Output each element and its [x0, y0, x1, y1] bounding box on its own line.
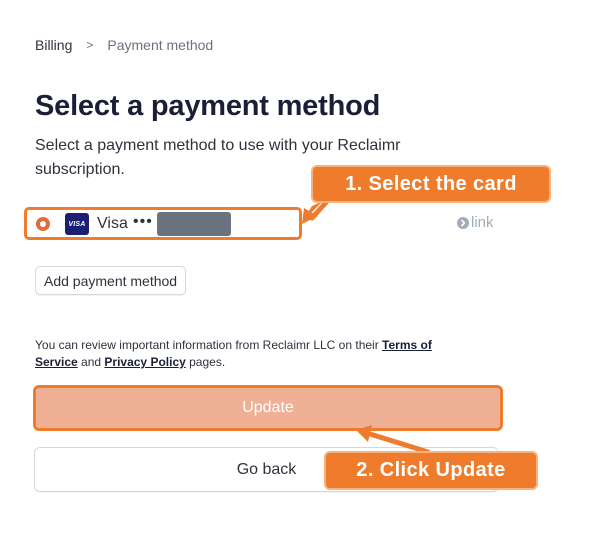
page-title: Select a payment method: [35, 90, 381, 122]
card-mask-dots: •••: [133, 213, 153, 230]
chevron-right-icon: [457, 216, 469, 229]
terms-prefix: You can review important information fro…: [35, 338, 383, 352]
chevron-right-icon: >: [86, 38, 94, 52]
card-number-redacted: [157, 212, 231, 236]
arrow-step1-head: [302, 208, 318, 224]
link-badge: link: [457, 214, 494, 231]
terms-suffix: pages.: [185, 355, 226, 369]
breadcrumb: Billing > Payment method: [35, 37, 213, 53]
radio-selected-icon[interactable]: [36, 217, 50, 231]
breadcrumb-current: Payment method: [107, 37, 214, 53]
link-badge-label: link: [471, 214, 494, 231]
payment-method-option-visa[interactable]: VISA Visa •••: [24, 207, 302, 240]
terms-and: and: [77, 355, 105, 369]
update-button[interactable]: Update: [33, 385, 503, 431]
breadcrumb-billing-link[interactable]: Billing: [35, 37, 72, 53]
card-brand-label: Visa: [97, 215, 128, 232]
annotation-step1: 1. Select the card: [311, 165, 551, 203]
annotation-step2: 2. Click Update: [324, 451, 538, 490]
add-payment-method-button[interactable]: Add payment method: [35, 266, 187, 295]
terms-notice: You can review important information fro…: [35, 337, 475, 371]
visa-card-icon: VISA: [65, 213, 89, 235]
privacy-policy-link[interactable]: Privacy Policy: [104, 355, 185, 369]
